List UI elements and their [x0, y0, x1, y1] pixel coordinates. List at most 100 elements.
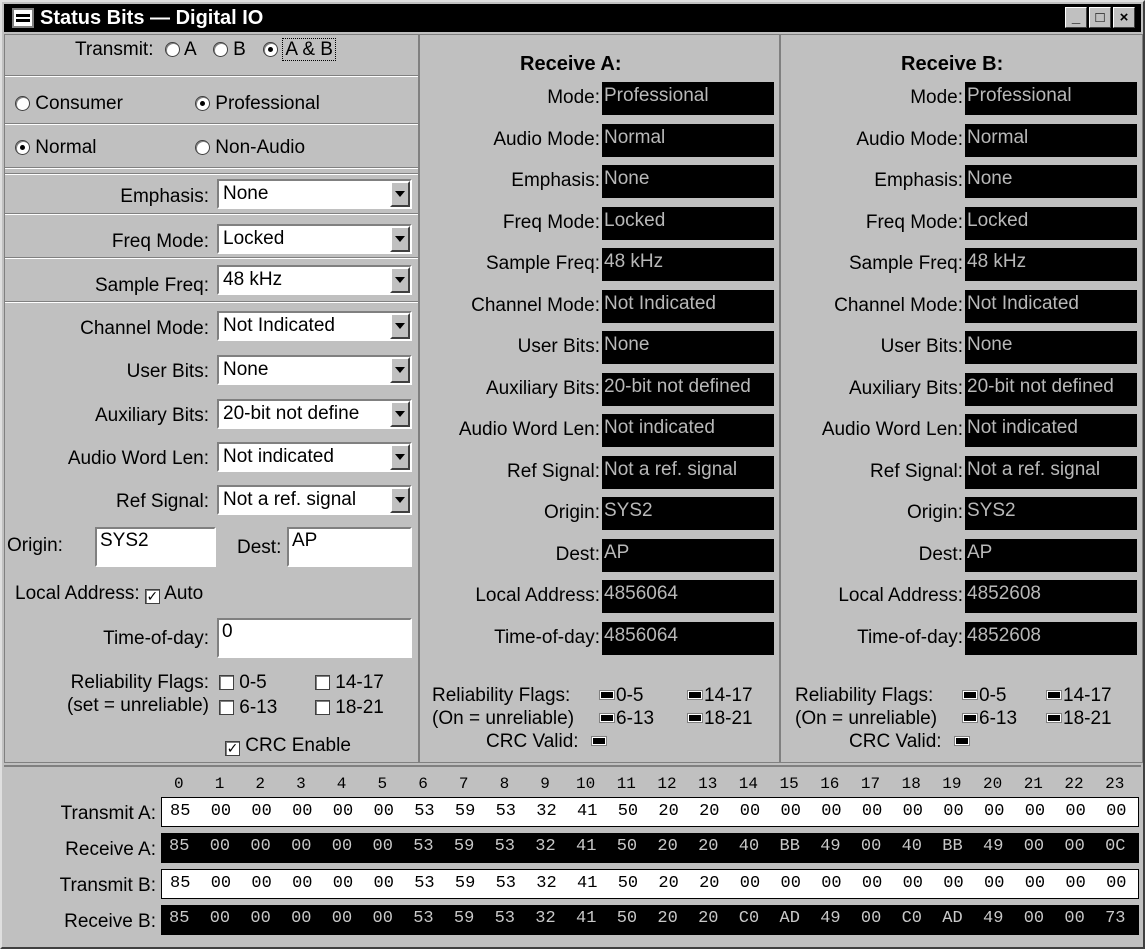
rxb-flag-14-17: 14-17: [1063, 685, 1112, 706]
chevron-down-icon[interactable]: [390, 226, 410, 252]
hex-byte: 50: [616, 909, 638, 928]
receive_b-field-value: Professional: [965, 82, 1137, 115]
receive_a-field-value: Normal: [602, 124, 774, 157]
rxb-flag-18-21: 18-21: [1063, 708, 1112, 729]
chevron-down-icon[interactable]: [390, 313, 410, 339]
hex-byte: 85: [169, 909, 190, 928]
hex-column-header: 21: [1023, 775, 1043, 793]
user-bits-label: User Bits:: [126, 361, 209, 382]
maximize-button[interactable]: □: [1089, 7, 1111, 28]
receive_a-field-label: Mode:: [547, 87, 600, 108]
hex-byte: 59: [454, 874, 476, 893]
hex-row-label: Transmit A:: [60, 803, 156, 824]
hex-byte: 32: [535, 837, 556, 856]
origin-label: Origin:: [7, 535, 63, 556]
receive_a-field-value: None: [602, 331, 774, 364]
chevron-down-icon[interactable]: [390, 181, 410, 207]
hex-byte: 49: [983, 909, 1004, 928]
hex-byte: 59: [454, 802, 476, 821]
freq-mode-select[interactable]: Locked: [217, 224, 412, 254]
close-button[interactable]: ×: [1113, 7, 1135, 28]
radio-transmit-a[interactable]: [164, 42, 180, 57]
hex-byte: 00: [943, 802, 964, 821]
receive_b-field-label: Channel Mode:: [834, 295, 963, 316]
hex-byte: 49: [983, 837, 1004, 856]
receive_a-field-label: Origin:: [544, 502, 600, 523]
chevron-down-icon[interactable]: [390, 444, 410, 470]
freq-mode-label: Freq Mode:: [111, 231, 209, 252]
hex-byte: 00: [1106, 874, 1127, 893]
flag-14-17-checkbox[interactable]: [315, 675, 330, 690]
receive_b-field-label: Mode:: [910, 87, 963, 108]
hex-byte: 00: [739, 802, 761, 821]
ref-signal-select[interactable]: Not a ref. signal: [217, 485, 412, 515]
receive_b-field-value: Locked: [965, 207, 1137, 240]
flag-0-5-checkbox[interactable]: [219, 675, 234, 690]
hex-byte: 59: [453, 909, 475, 928]
rxa-flag-14-17: 14-17: [704, 685, 753, 706]
receive_a-field-label: Freq Mode:: [502, 212, 600, 233]
hex-byte: 00: [1024, 874, 1046, 893]
receive_a-field-label: Time-of-day:: [494, 627, 600, 648]
receive_b-field-value: 4852608: [965, 580, 1137, 613]
radio-consumer[interactable]: [15, 96, 30, 111]
chevron-down-icon[interactable]: [390, 487, 410, 513]
emphasis-select[interactable]: None: [217, 179, 412, 209]
hex-byte: 00: [291, 909, 312, 928]
chevron-down-icon[interactable]: [390, 357, 410, 383]
chevron-down-icon[interactable]: [390, 401, 410, 427]
channel-mode-select[interactable]: Not Indicated: [217, 311, 412, 341]
crc-enable-checkbox[interactable]: ✓: [225, 741, 240, 756]
hex-byte: 85: [169, 837, 190, 856]
rxb-reliability-sublabel: (On = unreliable): [795, 708, 938, 729]
hex-byte: 59: [453, 837, 475, 856]
aux-bits-value: 20-bit not define: [223, 403, 360, 424]
radio-non-audio[interactable]: [195, 140, 210, 155]
dest-input[interactable]: AP: [287, 527, 412, 567]
radio-professional[interactable]: [195, 96, 210, 111]
hex-byte: C0: [901, 909, 922, 928]
hex-column-header: 17: [860, 775, 881, 793]
origin-input[interactable]: SYS2: [95, 527, 216, 567]
chevron-down-icon[interactable]: [390, 267, 410, 293]
hex-byte: 50: [617, 802, 639, 821]
radio-normal[interactable]: [15, 140, 30, 155]
hex-byte: 00: [1065, 802, 1086, 821]
flag-0-5-label: 0-5: [239, 672, 267, 693]
flag-18-21-label: 18-21: [335, 697, 384, 718]
flag-6-13-checkbox[interactable]: [219, 700, 234, 715]
hex-byte: 00: [372, 909, 393, 928]
receive_a-field-label: Dest:: [555, 544, 600, 565]
hex-byte: 53: [494, 909, 515, 928]
hex-byte: AD: [942, 909, 963, 928]
aux-bits-select[interactable]: 20-bit not define: [217, 399, 412, 429]
radio-transmit-ab[interactable]: [263, 42, 279, 57]
hex-byte: 00: [373, 874, 394, 893]
title-bar[interactable]: Status Bits — Digital IO _ □ ×: [4, 4, 1141, 32]
hex-column-header: 4: [336, 775, 347, 793]
receive_b-field-label: Auxiliary Bits:: [848, 378, 963, 399]
hex-row: 85 00 00 00 00 00 53 59 53 32 41 50 20 20 00 00 00 00 00 00…: [161, 797, 1139, 827]
receive_b-field-label: Time-of-day:: [857, 627, 963, 648]
receive-b-title: Receive B:: [901, 53, 1004, 75]
hex-byte: 53: [414, 802, 435, 821]
auto-checkbox[interactable]: ✓: [144, 589, 160, 604]
flag-18-21-checkbox[interactable]: [315, 700, 330, 715]
receive_b-field-label: Dest:: [918, 544, 963, 565]
hex-byte: C0: [738, 909, 760, 928]
hex-byte: 00: [1064, 909, 1085, 928]
word-len-select[interactable]: Not indicated: [217, 442, 412, 472]
radio-transmit-b[interactable]: [212, 42, 228, 57]
sample-freq-select[interactable]: 48 kHz: [217, 265, 412, 295]
user-bits-select[interactable]: None: [217, 355, 412, 385]
led-icon: [600, 714, 614, 722]
hex-column-header: 0: [174, 775, 184, 793]
minimize-button[interactable]: _: [1065, 7, 1087, 28]
system-menu-icon[interactable]: [12, 8, 34, 28]
hex-byte: AD: [779, 909, 800, 928]
receive_a-field-value: 4856064: [602, 580, 774, 613]
receive_a-field-label: Emphasis:: [511, 170, 600, 191]
time-of-day-input[interactable]: 0: [217, 618, 412, 658]
hex-byte: 00: [902, 802, 923, 821]
radio-non-audio-label: Non-Audio: [215, 137, 306, 158]
